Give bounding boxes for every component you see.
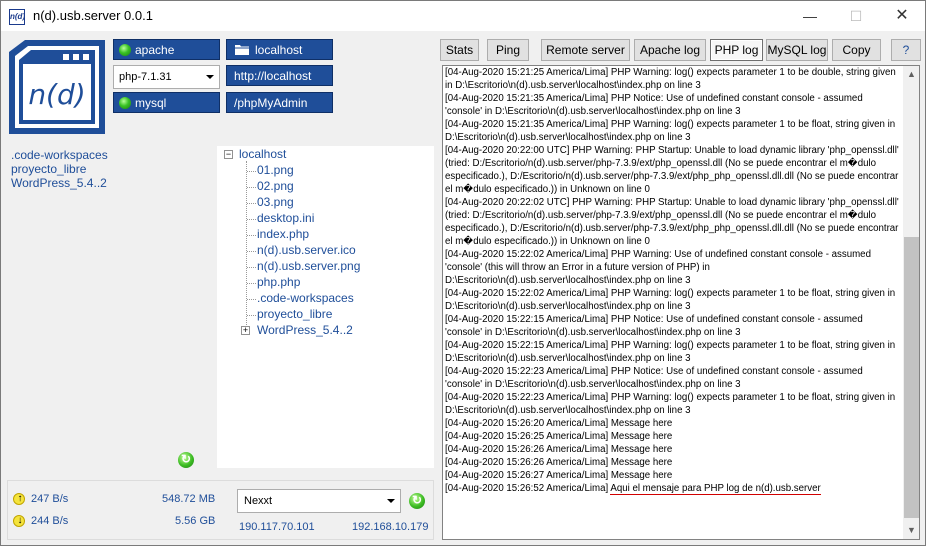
log-line: [04-Aug-2020 15:22:23 America/Lima] PHP … [445,366,863,390]
phpmyadmin-button[interactable]: /phpMyAdmin [226,92,333,113]
project-list: .code-workspaces proyecto_libre WordPres… [8,146,209,468]
mysql-label: mysql [135,96,167,110]
tree-item[interactable]: index.php [257,227,309,241]
apache-toggle-button[interactable]: apache [113,39,220,60]
tree-item[interactable]: desktop.ini [257,211,314,225]
tab-ping[interactable]: Ping [487,39,529,61]
log-line: [04-Aug-2020 15:21:25 America/Lima] PHP … [445,67,896,91]
collapse-localhost-toggle[interactable]: − [224,150,233,159]
refresh-projects-icon[interactable] [178,451,194,468]
list-item[interactable]: proyecto_libre [11,162,86,176]
log-line: [04-Aug-2020 15:26:26 America/Lima] Mess… [445,457,673,468]
app-icon: n(d) [9,9,25,25]
tree-item[interactable]: 02.png [257,179,294,193]
tab-remote-server[interactable]: Remote server [541,39,630,61]
tab-stats[interactable]: Stats [440,39,479,61]
tree-connector [247,219,256,220]
scroll-up-icon[interactable]: ▲ [903,66,919,83]
log-line: [04-Aug-2020 20:22:02 UTC] PHP Warning: … [445,197,899,247]
log-scrollbar[interactable]: ▲ ▼ [903,66,919,539]
tree-item[interactable]: proyecto_libre [257,307,332,321]
maximize-button[interactable]: ☐ [833,1,879,31]
copy-button[interactable]: Copy [832,39,881,61]
log-line: [04-Aug-2020 15:26:27 America/Lima] Mess… [445,470,673,481]
tree-connector [247,171,256,172]
public-ip: 190.117.70.101 [239,521,315,533]
open-url-button[interactable]: http://localhost [226,65,333,86]
svg-text:n(d): n(d) [28,78,85,111]
log-line: [04-Aug-2020 15:22:02 America/Lima] PHP … [445,249,871,286]
status-led-icon [119,97,131,109]
upload-total: 548.72 MB [162,493,216,505]
apache-label: apache [135,43,175,57]
log-line-prefix: [04-Aug-2020 15:26:52 America/Lima] [445,483,609,494]
log-line: [04-Aug-2020 15:26:20 America/Lima] Mess… [445,418,673,429]
tree-connector [247,315,256,316]
tree-item[interactable]: 03.png [257,195,294,209]
scroll-down-icon[interactable]: ▼ [903,522,919,539]
tree-item[interactable]: n(d).usb.server.ico [257,243,356,257]
network-select[interactable]: Nexxt [237,489,401,513]
log-line: [04-Aug-2020 15:22:23 America/Lima] PHP … [445,392,896,416]
folder-icon [235,41,249,55]
log-text: [04-Aug-2020 15:21:25 America/Lima] PHP … [445,66,901,495]
window-title: n(d).usb.server 0.0.1 [33,8,153,23]
log-line: [04-Aug-2020 15:21:35 America/Lima] PHP … [445,119,896,143]
network-value: Nexxt [244,495,273,507]
minimize-button[interactable]: — [787,1,833,31]
tree-connector [247,187,256,188]
upload-arrow-icon: ↑ [13,493,25,505]
close-button[interactable]: ✕ [879,1,925,31]
tab-php-log[interactable]: PHP log [710,39,763,61]
tree-item[interactable]: .code-workspaces [257,291,354,305]
open-localhost-folder-button[interactable]: localhost [226,39,333,60]
expand-wordpress-toggle[interactable]: + [241,326,250,335]
download-rate: 244 B/s [31,515,69,527]
tree-connector [247,203,256,204]
main-window: n(d) n(d).usb.server 0.0.1 — ☐ ✕ n(d) ap… [0,0,926,546]
php-version-value: php-7.1.31 [119,71,172,83]
download-total: 5.56 GB [175,515,216,527]
tree-connector [247,283,256,284]
localhost-label: localhost [255,43,303,57]
tree-connector [247,267,256,268]
tree-item[interactable]: WordPress_5.4..2 [257,323,353,337]
local-ip: 192.168.10.179 [352,521,429,533]
log-line-highlighted-message: Aqui el mensaje para PHP log de n(d).usb… [610,483,821,495]
mysql-toggle-button[interactable]: mysql [113,92,220,113]
tree-connector [247,251,256,252]
title-bar: n(d) n(d).usb.server 0.0.1 — ☐ ✕ [1,1,925,31]
app-logo: n(d) [7,38,107,136]
log-line: [04-Aug-2020 15:22:15 America/Lima] PHP … [445,314,863,338]
tree-item[interactable]: 01.png [257,163,294,177]
download-arrow-icon: ↓ [13,515,25,527]
tab-mysql-log[interactable]: MySQL log [766,39,828,61]
tab-apache-log[interactable]: Apache log [634,39,706,61]
tree-root-localhost[interactable]: localhost [239,147,286,161]
php-version-select[interactable]: php-7.1.31 [113,65,220,89]
scroll-thumb[interactable] [904,237,919,518]
log-line: [04-Aug-2020 15:26:25 America/Lima] Mess… [445,431,673,442]
status-led-icon [119,44,131,56]
list-item[interactable]: .code-workspaces [11,148,108,162]
tree-item[interactable]: n(d).usb.server.png [257,259,360,273]
list-item[interactable]: WordPress_5.4..2 [11,176,107,190]
php-log-view[interactable]: [04-Aug-2020 15:21:25 America/Lima] PHP … [442,65,920,540]
help-button[interactable]: ? [891,39,921,61]
log-line: [04-Aug-2020 15:26:26 America/Lima] Mess… [445,444,673,455]
chevron-down-icon [387,499,395,503]
upload-rate: 247 B/s [31,493,69,505]
tree-item[interactable]: php.php [257,275,300,289]
log-line: [04-Aug-2020 15:22:02 America/Lima] PHP … [445,288,896,312]
log-line: [04-Aug-2020 20:22:00 UTC] PHP Warning: … [445,145,899,195]
log-line: [04-Aug-2020 15:21:35 America/Lima] PHP … [445,93,863,117]
log-line-latest: [04-Aug-2020 15:26:52 America/Lima] Aqui… [445,482,901,495]
tree-connector [247,235,256,236]
refresh-network-icon[interactable] [409,492,425,509]
chevron-down-icon [206,75,214,79]
log-line: [04-Aug-2020 15:22:15 America/Lima] PHP … [445,340,896,364]
tree-connector [247,299,256,300]
